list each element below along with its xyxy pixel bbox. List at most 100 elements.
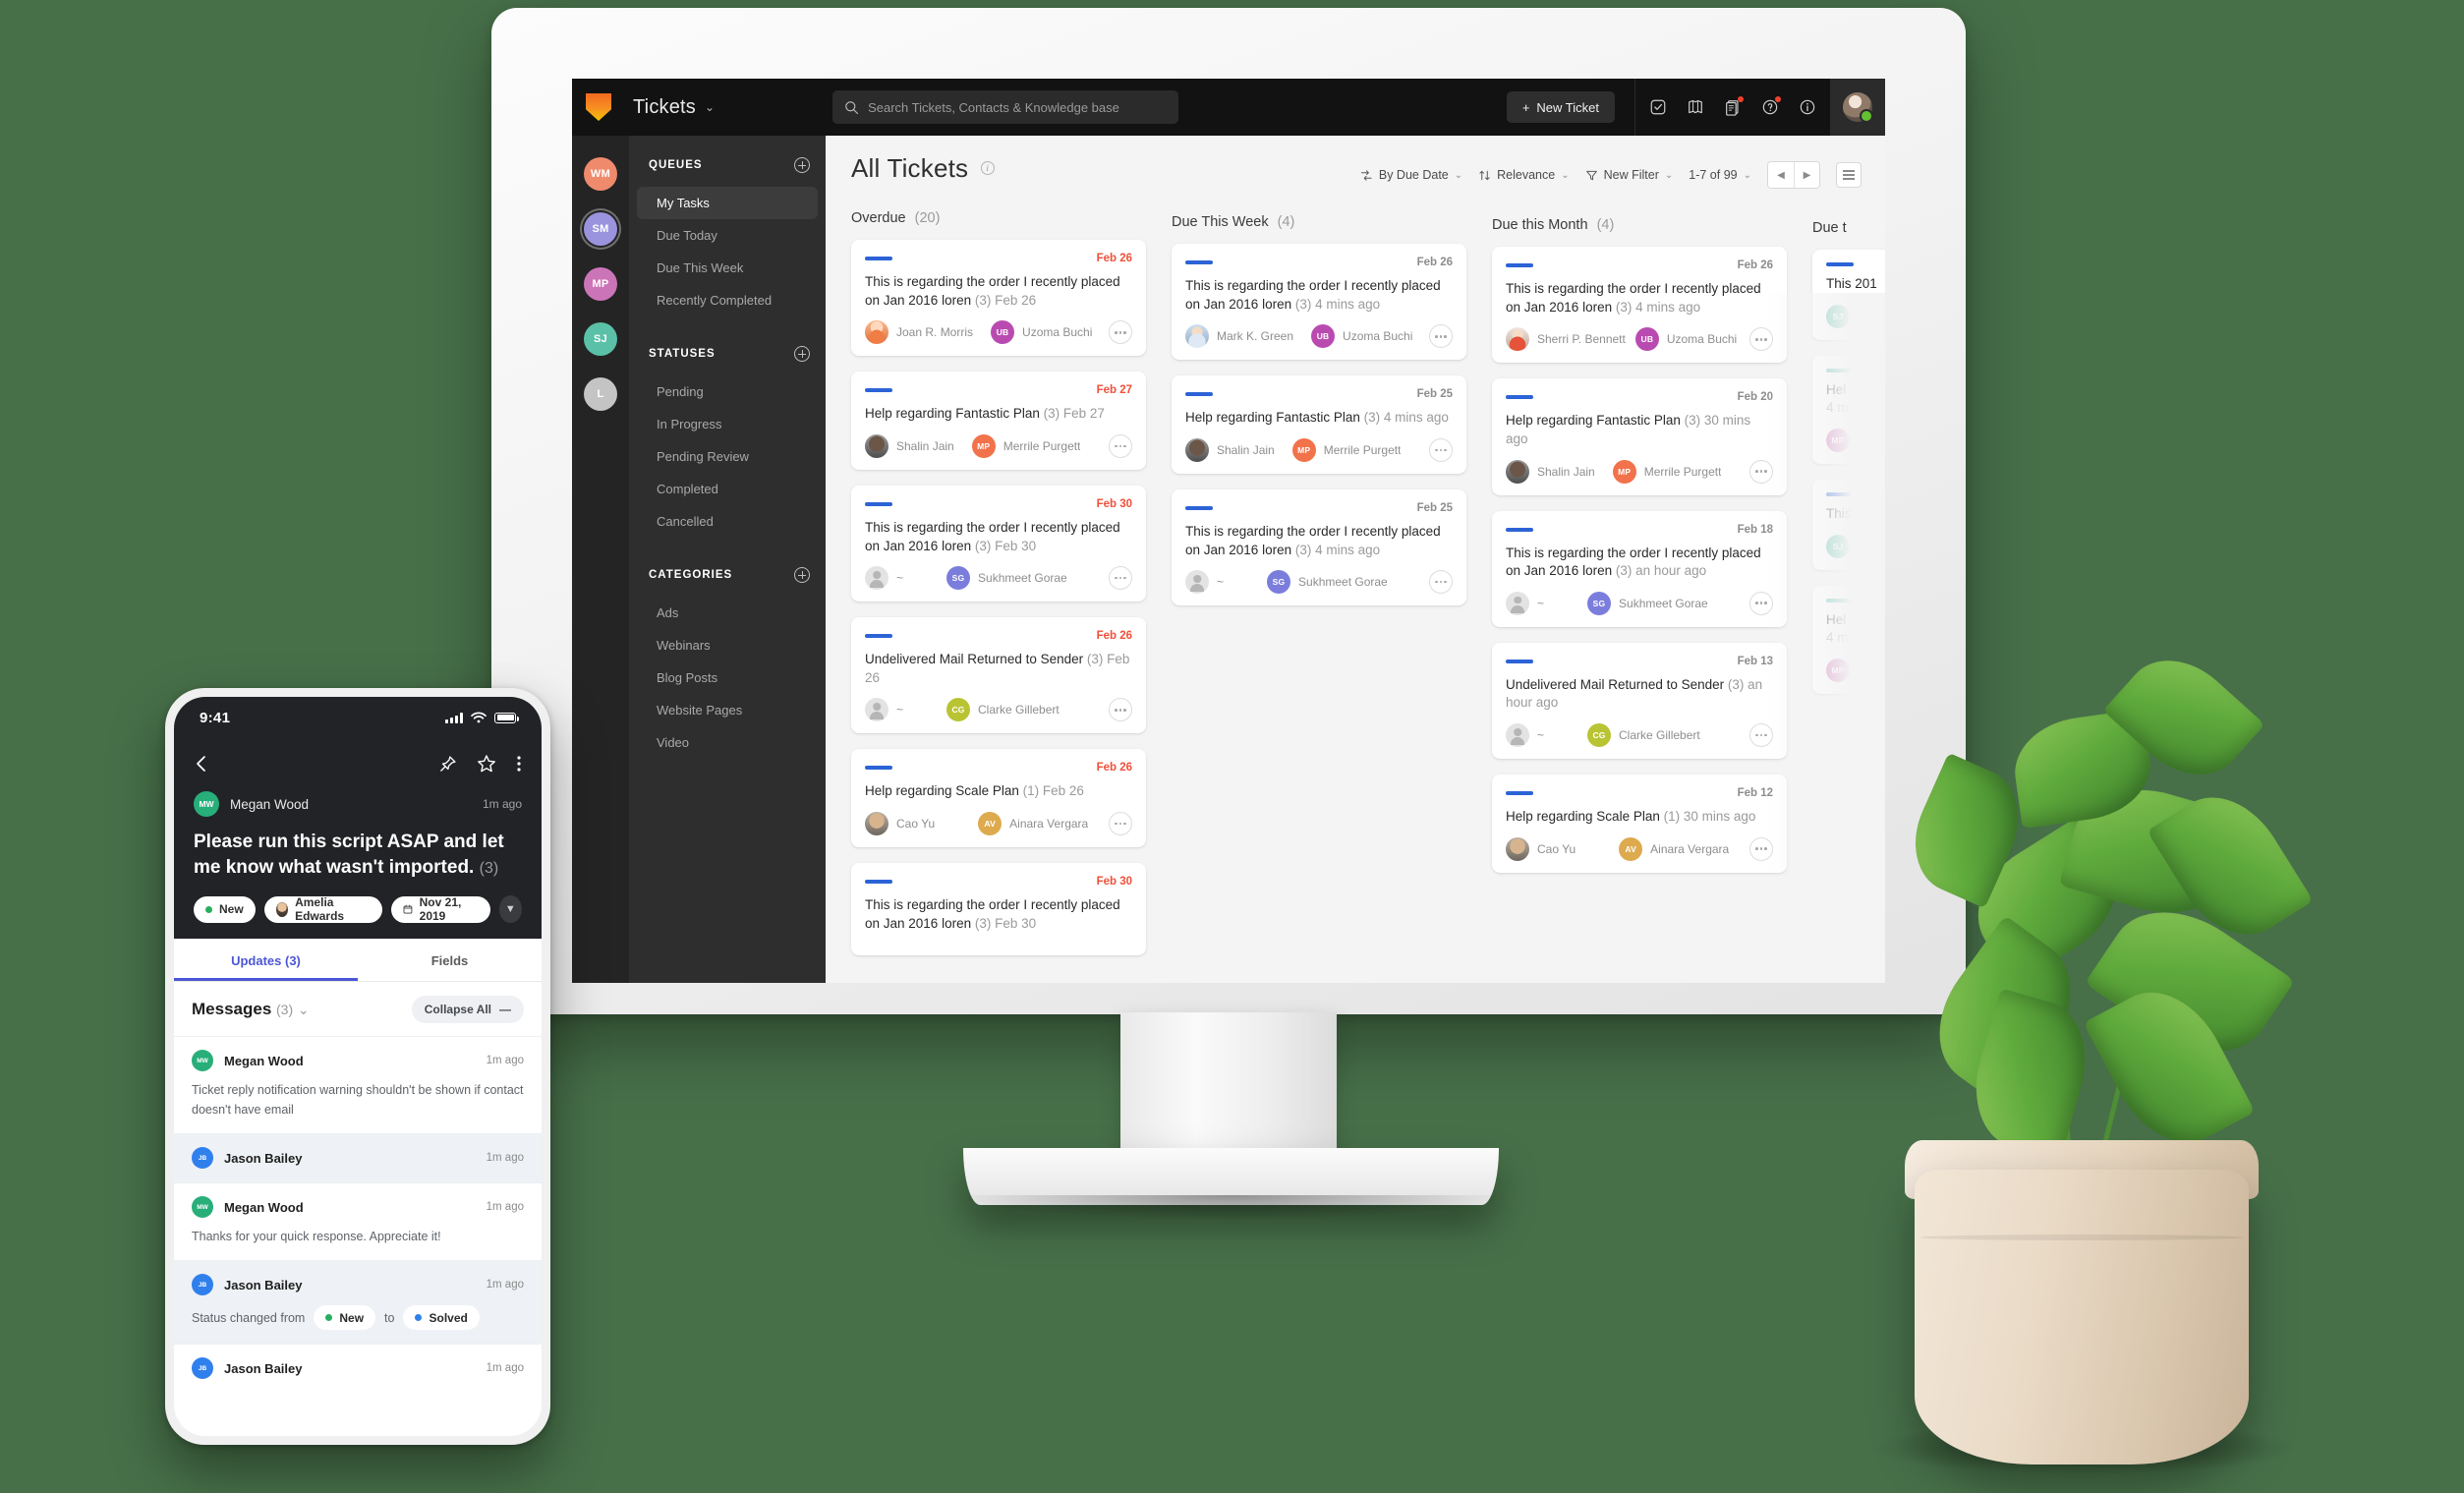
ticket-card[interactable]: This 201 SJ	[1812, 250, 1885, 340]
sidebar-item-website-pages[interactable]: Website Pages	[637, 694, 818, 726]
ticket-card[interactable]: Feb 26 Undelivered Mail Returned to Send…	[851, 617, 1146, 734]
requester[interactable]: Shalin Jain	[865, 433, 954, 458]
assignee[interactable]: MP Merrile Purgett	[1612, 459, 1721, 484]
chevron-down-icon[interactable]: ⌄	[298, 1002, 310, 1017]
info-icon[interactable]	[1791, 90, 1824, 124]
card-more-options-icon[interactable]	[1109, 320, 1132, 345]
tasks-check-icon[interactable]	[1641, 90, 1675, 124]
chevron-down-icon[interactable]: ⌄	[705, 100, 715, 114]
search-input[interactable]	[868, 99, 1168, 115]
knowledge-book-icon[interactable]	[1679, 90, 1712, 124]
sidebar-item-pending-review[interactable]: Pending Review	[637, 440, 818, 473]
help-question-icon[interactable]	[1753, 90, 1787, 124]
card-more-options-icon[interactable]	[1109, 566, 1132, 591]
requester[interactable]: Sherri P. Bennett	[1506, 327, 1626, 352]
requester[interactable]: Cao Yu	[865, 812, 935, 835]
ticket-card[interactable]: Hel 4 m MP	[1812, 355, 1885, 464]
card-more-options-icon[interactable]	[1749, 723, 1773, 747]
search-box[interactable]	[832, 90, 1179, 124]
requester[interactable]: ~	[1185, 570, 1224, 595]
reports-doc-icon[interactable]	[1716, 90, 1749, 124]
pagination-dropdown[interactable]: 1-7 of 99 ⌄	[1689, 168, 1751, 182]
info-circle-icon[interactable]: i	[980, 161, 995, 175]
sidebar-item-due-today[interactable]: Due Today	[637, 219, 818, 252]
user-avatar-button[interactable]	[1830, 79, 1885, 136]
ticket-card[interactable]: Feb 25 This is regarding the order I rec…	[1172, 488, 1466, 606]
prev-page-button[interactable]: ◀	[1768, 162, 1794, 188]
ticket-card[interactable]: Feb 26 This is regarding the order I rec…	[1172, 244, 1466, 361]
rail-avatar-sm[interactable]: SM	[584, 212, 617, 246]
assignee-chip[interactable]: Amelia Edwards	[263, 895, 382, 923]
requester[interactable]: ~	[865, 566, 903, 591]
sidebar-item-recently-completed[interactable]: Recently Completed	[637, 284, 818, 316]
tab-updates[interactable]: Updates (3)	[174, 939, 358, 981]
card-more-options-icon[interactable]	[1109, 698, 1132, 722]
next-page-button[interactable]: ▶	[1794, 162, 1819, 188]
sidebar-item-completed[interactable]: Completed	[637, 473, 818, 505]
sidebar-item-video[interactable]: Video	[637, 726, 818, 759]
rail-avatar-l[interactable]: L	[584, 377, 617, 411]
sidebar-item-pending[interactable]: Pending	[637, 375, 818, 408]
ticket-card[interactable]: Feb 25 Help regarding Fantastic Plan (3)…	[1172, 375, 1466, 474]
ticket-card[interactable]: Feb 30 This is regarding the order I rec…	[851, 863, 1146, 956]
list-view-icon[interactable]	[1836, 162, 1862, 188]
relevance-dropdown[interactable]: Relevance ⌄	[1478, 168, 1570, 182]
add-status-plus-circle-icon[interactable]	[794, 346, 810, 362]
new-filter-dropdown[interactable]: New Filter ⌄	[1585, 168, 1673, 182]
rail-avatar-mp[interactable]: MP	[584, 267, 617, 301]
assignee[interactable]: UB Uzoma Buchi	[1311, 324, 1412, 349]
message-item[interactable]: MW Megan Wood 1m ago Ticket reply notifi…	[174, 1036, 542, 1133]
requester[interactable]: Mark K. Green	[1185, 324, 1293, 349]
back-chevron-icon[interactable]	[194, 754, 209, 774]
card-more-options-icon[interactable]	[1109, 812, 1132, 835]
more-vertical-icon[interactable]	[516, 754, 522, 774]
requester[interactable]: Cao Yu	[1506, 836, 1576, 861]
card-more-options-icon[interactable]	[1429, 324, 1453, 349]
card-more-options-icon[interactable]	[1429, 437, 1453, 462]
assignee[interactable]: CG Clarke Gillebert	[1587, 723, 1700, 747]
ticket-card[interactable]: Feb 20 Help regarding Fantastic Plan (3)…	[1492, 378, 1787, 495]
ticket-card[interactable]: Feb 26 This is regarding the order I rec…	[1492, 247, 1787, 364]
sidebar-item-blog-posts[interactable]: Blog Posts	[637, 661, 818, 694]
ticket-card[interactable]: Feb 13 Undelivered Mail Returned to Send…	[1492, 642, 1787, 759]
star-icon[interactable]	[477, 754, 496, 774]
new-ticket-button[interactable]: + New Ticket	[1506, 91, 1615, 123]
requester[interactable]: Shalin Jain	[1506, 459, 1595, 484]
card-more-options-icon[interactable]	[1749, 836, 1773, 861]
card-more-options-icon[interactable]	[1749, 591, 1773, 615]
collapse-all-button[interactable]: Collapse All —	[411, 996, 524, 1024]
requester[interactable]: ~	[1506, 591, 1544, 615]
sidebar-item-ads[interactable]: Ads	[637, 597, 818, 629]
ticket-card[interactable]: Feb 30 This is regarding the order I rec…	[851, 485, 1146, 603]
sidebar-item-my-tasks[interactable]: My Tasks	[637, 187, 818, 219]
message-item[interactable]: JB Jason Bailey 1m ago Status changed fr…	[174, 1260, 542, 1345]
requester[interactable]: ~	[865, 698, 903, 722]
message-item[interactable]: MW Megan Wood 1m ago Thanks for your qui…	[174, 1182, 542, 1260]
assignee[interactable]: MP Merrile Purgett	[971, 433, 1080, 458]
sort-by-due-date-dropdown[interactable]: By Due Date ⌄	[1360, 168, 1462, 182]
requester[interactable]: Joan R. Morris	[865, 320, 973, 345]
card-more-options-icon[interactable]	[1749, 459, 1773, 484]
sidebar-item-due-this-week[interactable]: Due This Week	[637, 252, 818, 284]
tab-fields[interactable]: Fields	[358, 939, 542, 981]
assignee[interactable]: SG Sukhmeet Gorae	[1267, 570, 1388, 595]
message-item[interactable]: JB Jason Bailey 1m ago	[174, 1344, 542, 1393]
ticket-card[interactable]: Feb 18 This is regarding the order I rec…	[1492, 510, 1787, 627]
assignee[interactable]: MP Merrile Purgett	[1291, 437, 1401, 462]
add-category-plus-circle-icon[interactable]	[794, 567, 810, 583]
assignee[interactable]: CG Clarke Gillebert	[946, 698, 1060, 722]
ticket-card[interactable]: Feb 27 Help regarding Fantastic Plan (3)…	[851, 372, 1146, 470]
requester[interactable]: Shalin Jain	[1185, 437, 1275, 462]
ticket-card[interactable]: Feb 12 Help regarding Scale Plan (1) 30 …	[1492, 775, 1787, 873]
rail-avatar-sj[interactable]: SJ	[584, 322, 617, 356]
card-more-options-icon[interactable]	[1109, 433, 1132, 458]
sidebar-item-cancelled[interactable]: Cancelled	[637, 505, 818, 538]
sidebar-item-in-progress[interactable]: In Progress	[637, 408, 818, 440]
chevron-down-icon[interactable]: ▼	[498, 895, 523, 924]
assignee[interactable]: AV Ainara Vergara	[1619, 836, 1729, 861]
sidebar-item-webinars[interactable]: Webinars	[637, 629, 818, 661]
rail-avatar-wm[interactable]: WM	[584, 157, 617, 191]
message-item[interactable]: JB Jason Bailey 1m ago	[174, 1133, 542, 1183]
due-date-chip[interactable]: Nov 21, 2019	[390, 895, 490, 923]
card-more-options-icon[interactable]	[1749, 327, 1773, 352]
